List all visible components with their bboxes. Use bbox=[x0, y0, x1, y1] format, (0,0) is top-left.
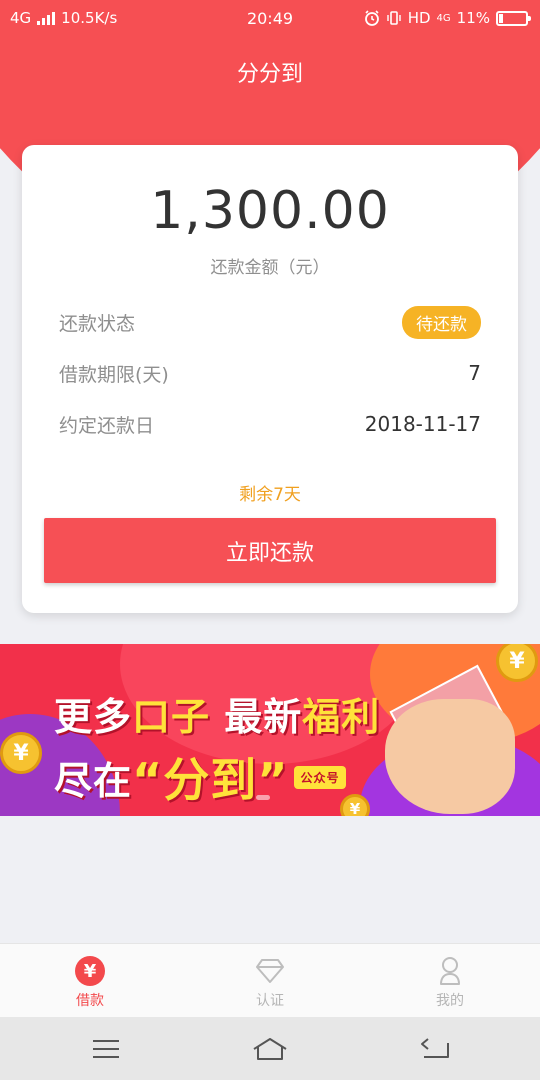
tab-label: 我的 bbox=[436, 993, 464, 1009]
tab-mine[interactable]: 我的 bbox=[360, 944, 540, 1017]
term-label: 借款期限(天) bbox=[59, 363, 169, 386]
carousel-dots bbox=[256, 795, 270, 800]
days-remaining: 剩余7天 bbox=[239, 485, 301, 505]
page-title: 分分到 bbox=[236, 62, 303, 87]
yen-icon: ¥ bbox=[75, 956, 105, 986]
repay-now-button[interactable]: 立即还款 bbox=[44, 518, 496, 583]
term-value: 7 bbox=[468, 361, 481, 385]
status-badge: 待还款 bbox=[402, 305, 481, 339]
hand-icon bbox=[385, 699, 515, 814]
hd-indicator: HD bbox=[407, 9, 431, 27]
status-bar: 4G 10.5K/s 20:49 HD 4G 11% bbox=[0, 0, 540, 36]
person-icon bbox=[440, 957, 460, 985]
repayment-amount: 1,300.00 bbox=[150, 181, 390, 241]
bottom-tab-bar: ¥ 借款 认证 我的 bbox=[0, 943, 540, 1017]
row-status: 还款状态 待还款 bbox=[59, 305, 481, 339]
coin-icon: ¥ bbox=[0, 732, 42, 774]
due-date-label: 约定还款日 bbox=[59, 414, 155, 437]
repayment-card: 1,300.00 还款金额（元） 还款状态 待还款 借款期限(天) 7 约定还款… bbox=[22, 145, 518, 613]
status-label: 还款状态 bbox=[59, 312, 136, 335]
menu-icon[interactable] bbox=[86, 1035, 126, 1063]
network-type-2: 4G bbox=[436, 12, 451, 24]
tab-label: 认证 bbox=[256, 993, 284, 1009]
banner-headline-1: 更多口子 最新福利 bbox=[54, 695, 381, 739]
alarm-icon bbox=[364, 10, 379, 26]
back-icon[interactable] bbox=[414, 1035, 454, 1063]
tab-verify[interactable]: 认证 bbox=[180, 944, 360, 1017]
home-icon[interactable] bbox=[250, 1035, 290, 1063]
row-term: 借款期限(天) 7 bbox=[59, 357, 481, 389]
due-date-value: 2018-11-17 bbox=[364, 412, 481, 436]
system-nav-bar bbox=[0, 1017, 540, 1080]
banner-headline-2: 尽在 “分到” 公众号 bbox=[54, 744, 346, 810]
promo-banner[interactable]: ¥ ¥ ¥ 更多口子 最新福利 尽在 “分到” 公众号 bbox=[0, 644, 540, 816]
diamond-icon bbox=[256, 959, 284, 983]
carousel-dot[interactable] bbox=[256, 795, 270, 800]
tab-label: 借款 bbox=[76, 993, 104, 1009]
wechat-official-tag: 公众号 bbox=[294, 765, 346, 789]
battery-level: 11% bbox=[456, 9, 490, 27]
row-due-date: 约定还款日 2018-11-17 bbox=[59, 408, 481, 440]
repayment-amount-label: 还款金额（元） bbox=[210, 258, 330, 278]
battery-icon bbox=[496, 10, 531, 26]
tab-loan[interactable]: ¥ 借款 bbox=[0, 944, 180, 1017]
vibrate-icon bbox=[386, 11, 401, 25]
